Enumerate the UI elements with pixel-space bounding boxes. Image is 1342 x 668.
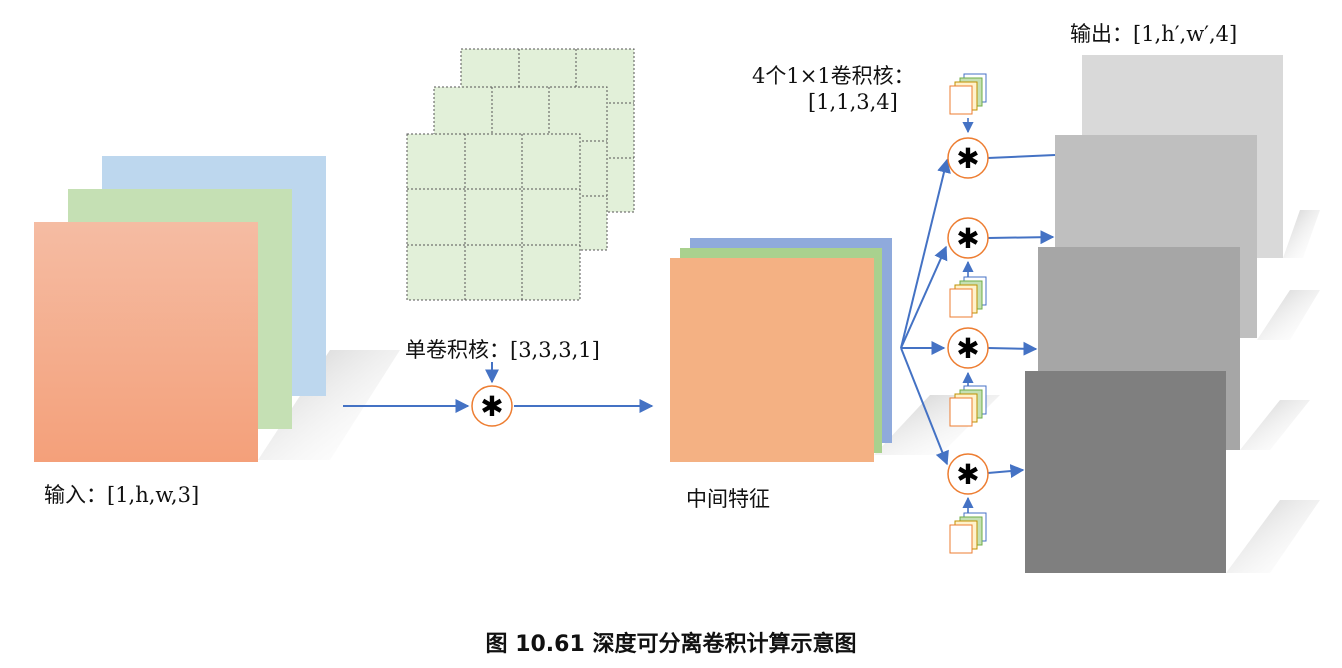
- pointwise-label-line2: [1,1,3,4]: [808, 90, 898, 114]
- pointwise-kernel-4: [949, 512, 987, 554]
- output-tensor: [1025, 55, 1320, 573]
- pointwise-kernel-2: [949, 276, 987, 318]
- out-shadow-2: [1257, 290, 1320, 340]
- input-channel-red: [34, 222, 258, 462]
- pointwise-operator-1: ✱: [947, 137, 989, 179]
- fan-arrow-2: [900, 245, 948, 349]
- out-shadow-1: [1283, 210, 1320, 258]
- depthwise-kernel: [406, 48, 635, 301]
- depthwise-operator: ✱: [471, 385, 513, 427]
- fan-arrow-1: [900, 158, 951, 349]
- diagram: ✱ ✱ ✱ ✱ ✱ 输入：[1,h,w,3] 单卷积核：[3,3,3,1] 中间…: [0, 0, 1342, 668]
- input-label-prefix: 输入：: [44, 483, 107, 507]
- out-shadow-4: [1226, 500, 1320, 573]
- output-label: 输出：[1,h′,w′,4]: [1070, 22, 1238, 46]
- input-label-value: [1,h,w,3]: [107, 483, 200, 507]
- op3-to-output: [987, 341, 1038, 356]
- pointwise-operator-4: ✱: [947, 453, 989, 495]
- middle-channel-orange: [670, 258, 874, 462]
- pointwise-kernel-1: [949, 73, 987, 115]
- operator-symbol: ✱: [956, 142, 979, 175]
- middle-label: 中间特征: [686, 487, 770, 511]
- pointwise-operator-2: ✱: [947, 217, 989, 259]
- output-channel-4: [1025, 371, 1226, 573]
- figure-caption: 图 10.61 深度可分离卷积计算示意图: [485, 632, 857, 657]
- kernel-slice-1: [406, 133, 581, 301]
- operator-symbol: ✱: [480, 390, 503, 423]
- operator-symbol: ✱: [956, 222, 979, 255]
- op4-to-output: [987, 464, 1025, 479]
- diagram-canvas: ✱ ✱ ✱ ✱ ✱: [34, 48, 1320, 573]
- out-shadow-3: [1240, 400, 1310, 450]
- input-tensor: [34, 156, 400, 462]
- input-label: 输入：[1,h,w,3]: [44, 479, 199, 509]
- op1-to-output: [987, 154, 1056, 159]
- operator-symbol: ✱: [956, 332, 979, 365]
- kernel-label: 单卷积核：[3,3,3,1]: [405, 338, 600, 362]
- pointwise-kernel-3: [949, 385, 987, 427]
- pointwise-label-line1: 4个1×1卷积核：: [752, 64, 915, 88]
- operator-symbol: ✱: [956, 458, 979, 491]
- pointwise-operator-3: ✱: [947, 327, 989, 369]
- op2-to-output: [987, 230, 1055, 245]
